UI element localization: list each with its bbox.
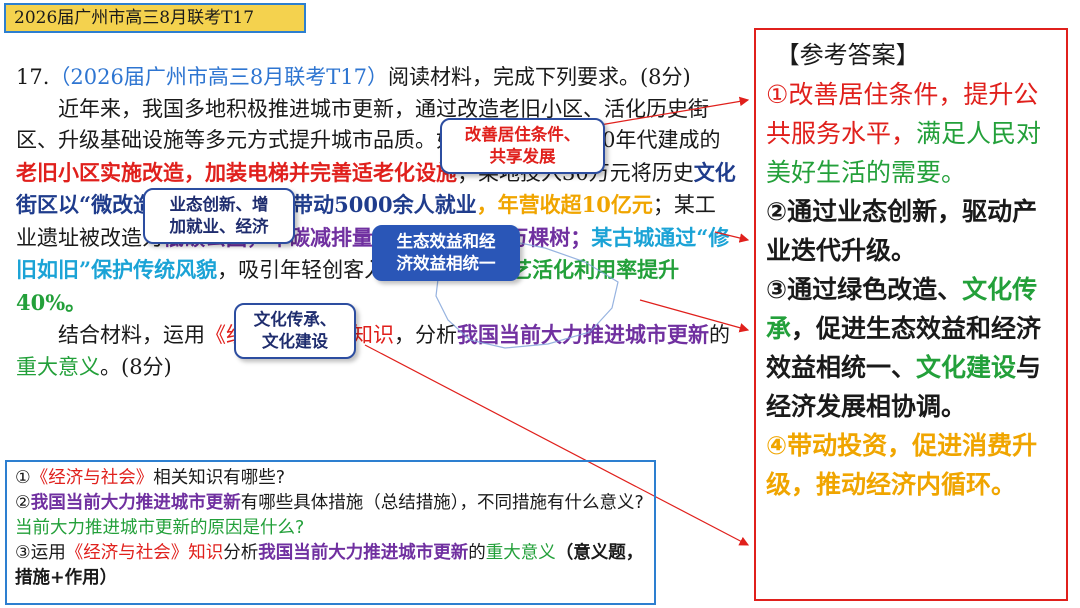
answer-item-2: ②通过业态创新，驱动产业迭代升级。 — [766, 197, 1038, 265]
hint-book: 《经济与社会》知识 — [65, 543, 224, 563]
hint-text: 有哪些具体措施（总结措施），不同措施有什么意义? — [240, 493, 644, 513]
answer-3-green: 文化建设 — [916, 353, 1017, 382]
hint-3: ③运用《经济与社会》知识分析我国当前大力推进城市更新的重大意义（意义题，措施+作… — [15, 541, 646, 591]
hint-num: ② — [15, 493, 31, 513]
callout-culture: 文化传承、 文化建设 — [234, 303, 356, 359]
hint-num: ③运用 — [15, 543, 66, 563]
callout-eco-line: 生态效益和经 — [396, 232, 496, 251]
answer-item-4: ④带动投资，促进消费升级，推动经济内循环。 — [766, 431, 1038, 499]
answer-title: 【参考答案】 — [775, 41, 920, 69]
callout-housing-line: 改善居住条件、 — [464, 125, 581, 144]
hint-green: 重大意义 — [485, 543, 556, 563]
arrow-line-3 — [639, 299, 750, 333]
callout-eco: 生态效益和经 济效益相统一 — [372, 225, 520, 281]
callout-culture-line: 文化传承、 — [253, 310, 337, 329]
answer-box: 【参考答案】 ①改善居住条件，提升公共服务水平，满足人民对美好生活的需要。 ②通… — [754, 28, 1068, 601]
callout-housing-line: 共享发展 — [489, 147, 556, 166]
hint-green: 当前大力推进城市更新的原因是什么? — [15, 518, 305, 538]
hint-book: 《经济与社会》 — [30, 468, 154, 488]
hint-1: ①《经济与社会》相关知识有哪些? — [15, 466, 646, 491]
hint-text: 分析 — [223, 543, 259, 563]
hint-text: 的 — [468, 543, 486, 563]
callout-business: 业态创新、增 加就业、经济 — [143, 188, 295, 244]
callout-eco-line: 济效益相统一 — [396, 254, 496, 273]
callout-business-line: 业态创新、增 — [169, 195, 269, 214]
callout-business-line: 加就业、经济 — [169, 217, 269, 236]
callout-housing: 改善居住条件、 共享发展 — [440, 118, 605, 174]
hint-text: 相关知识有哪些? — [153, 468, 285, 488]
hint-topic: 我国当前大力推进城市更新 — [258, 543, 469, 563]
answer-3-text: ③通过绿色改造、 — [766, 275, 963, 304]
hint-box: ①《经济与社会》相关知识有哪些? ②我国当前大力推进城市更新有哪些具体措施（总结… — [5, 460, 656, 605]
answer-item-1: ①改善居住条件，提升公共服务水平，满足人民对美好生活的需要。 — [766, 75, 1056, 192]
hint-num: ① — [15, 468, 31, 488]
hint-topic: 我国当前大力推进城市更新 — [30, 493, 241, 513]
answer-item-3: ③通过绿色改造、文化传承，促进生态效益和经济效益相统一、文化建设与经济发展相协调… — [766, 270, 1056, 426]
arrow-line-2 — [714, 231, 750, 243]
hint-2: ②我国当前大力推进城市更新有哪些具体措施（总结措施），不同措施有什么意义? 当前大… — [15, 491, 646, 541]
arrow-line-1 — [599, 96, 750, 126]
callout-culture-line: 文化建设 — [262, 332, 328, 351]
